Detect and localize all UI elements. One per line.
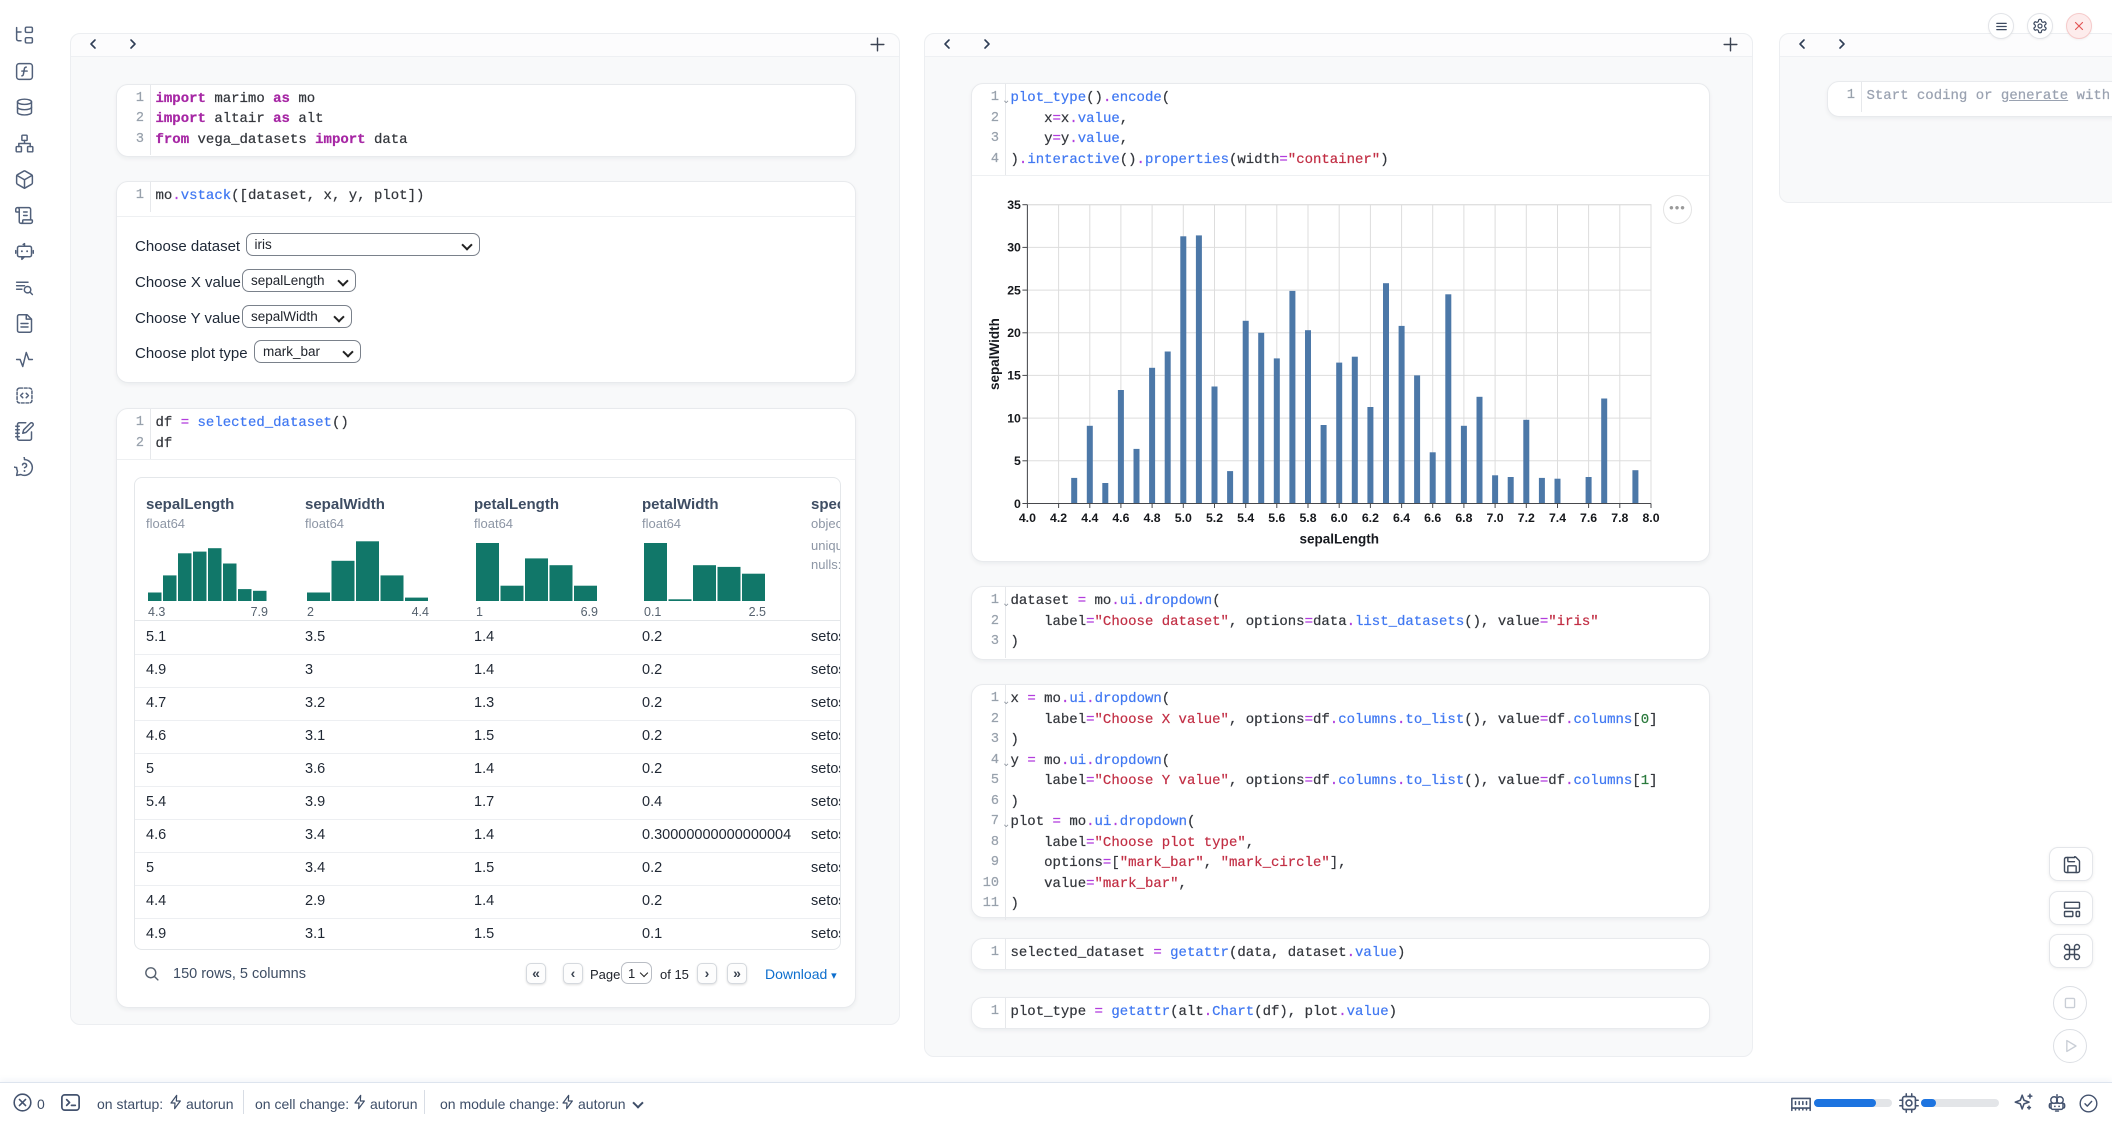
svg-text:7.4: 7.4 <box>1549 511 1566 525</box>
svg-text:5.6: 5.6 <box>1268 511 1285 525</box>
svg-text:4.2: 4.2 <box>1050 511 1067 525</box>
svg-text:6.2: 6.2 <box>1362 511 1379 525</box>
svg-text:35: 35 <box>1007 198 1021 212</box>
svg-text:6.8: 6.8 <box>1455 511 1472 525</box>
svg-text:6.0: 6.0 <box>1331 511 1348 525</box>
svg-text:0: 0 <box>1014 497 1021 511</box>
svg-text:4.8: 4.8 <box>1144 511 1161 525</box>
svg-text:20: 20 <box>1007 326 1021 340</box>
svg-text:6.6: 6.6 <box>1424 511 1441 525</box>
svg-text:25: 25 <box>1007 283 1021 297</box>
svg-text:4.4: 4.4 <box>1081 511 1098 525</box>
svg-text:sepalWidth: sepalWidth <box>987 318 1002 390</box>
svg-text:sepalLength: sepalLength <box>1299 532 1379 547</box>
svg-text:5.4: 5.4 <box>1237 511 1254 525</box>
svg-text:6.4: 6.4 <box>1393 511 1410 525</box>
svg-text:7.2: 7.2 <box>1518 511 1535 525</box>
svg-text:5.8: 5.8 <box>1299 511 1316 525</box>
svg-text:5.2: 5.2 <box>1206 511 1223 525</box>
svg-text:15: 15 <box>1007 369 1021 383</box>
svg-text:4.6: 4.6 <box>1112 511 1129 525</box>
svg-text:5: 5 <box>1014 454 1021 468</box>
svg-text:7.6: 7.6 <box>1580 511 1597 525</box>
svg-text:5.0: 5.0 <box>1175 511 1192 525</box>
svg-text:4.0: 4.0 <box>1019 511 1036 525</box>
svg-text:8.0: 8.0 <box>1642 511 1659 525</box>
svg-text:10: 10 <box>1007 411 1021 425</box>
svg-text:7.8: 7.8 <box>1611 511 1628 525</box>
svg-text:30: 30 <box>1007 241 1021 255</box>
svg-text:7.0: 7.0 <box>1487 511 1504 525</box>
